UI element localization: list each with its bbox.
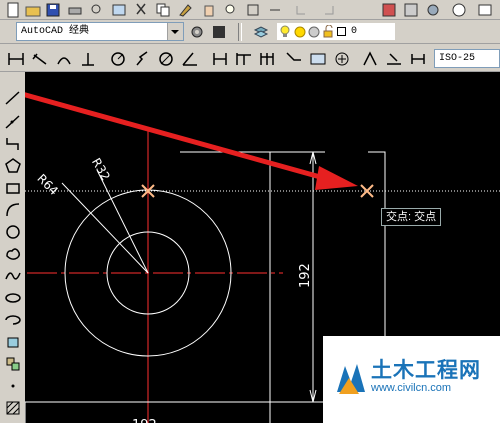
separator [238, 23, 242, 41]
hatch-tool-icon[interactable] [3, 398, 21, 416]
dimension-192-label: 192 [298, 263, 313, 288]
ordinate-dimension-icon[interactable] [78, 49, 96, 67]
civilcn-logo [333, 354, 369, 396]
sheet-set-icon[interactable] [476, 1, 494, 19]
layer-manager-icon[interactable] [252, 23, 270, 41]
diameter-dimension-icon[interactable] [156, 49, 174, 67]
copy-icon[interactable] [154, 1, 172, 19]
ellipse-arc-icon[interactable] [3, 310, 21, 328]
red-annotation-arrow [25, 92, 358, 190]
new-file-icon[interactable] [4, 1, 22, 19]
standard-toolbar [0, 0, 500, 20]
workspace-settings-icon[interactable] [188, 23, 206, 41]
line-tool-icon[interactable] [3, 88, 21, 106]
circle-tool-icon[interactable] [3, 222, 21, 240]
layer-color-swatch [337, 27, 347, 44]
sun-thaw-icon[interactable] [294, 26, 306, 45]
save-icon[interactable] [44, 1, 62, 19]
dimension-text-edit-icon[interactable] [384, 49, 402, 67]
dimension-edit-icon[interactable] [360, 49, 378, 67]
lock-open-icon[interactable] [322, 24, 334, 46]
aligned-dimension-icon[interactable] [30, 49, 48, 67]
make-block-icon[interactable] [3, 354, 21, 372]
tolerance-icon[interactable] [308, 49, 326, 67]
undo-icon[interactable] [292, 1, 310, 19]
arc-tool-icon[interactable] [3, 200, 21, 218]
r32-leader [96, 169, 149, 274]
snap-tooltip: 交点: 交点 [381, 208, 442, 226]
center-mark-icon[interactable] [332, 49, 350, 67]
spline-tool-icon[interactable] [3, 266, 21, 284]
radius-dimension-icon[interactable] [108, 49, 126, 67]
angular-dimension-icon[interactable] [180, 49, 198, 67]
watermark-panel: 土木工程网 www.civilcn.com [323, 336, 500, 423]
insert-block-icon[interactable] [3, 332, 21, 350]
r32-label: R32 [89, 156, 113, 183]
dimension-style-value: ISO-25 [439, 53, 476, 64]
quick-leader-icon[interactable] [284, 49, 302, 67]
dimension-update-icon[interactable] [408, 49, 426, 67]
design-center-icon[interactable] [380, 1, 398, 19]
construction-line-icon[interactable] [3, 112, 21, 130]
chevron-down-icon[interactable] [167, 23, 183, 40]
linear-dimension-icon[interactable] [6, 49, 24, 67]
open-file-icon[interactable] [24, 1, 42, 19]
draw-toolbar [0, 72, 26, 423]
redo-icon[interactable] [320, 1, 338, 19]
match-properties-icon[interactable] [176, 1, 194, 19]
workspace-select[interactable]: AutoCAD 经典 [16, 22, 184, 41]
dimension-style-select[interactable]: ISO-25 [434, 49, 500, 68]
zoom-window-icon[interactable] [244, 1, 262, 19]
jogged-dimension-icon[interactable] [132, 49, 150, 67]
quick-dimension-icon[interactable] [210, 49, 228, 67]
workspace-value: AutoCAD 经典 [21, 26, 90, 37]
watermark-url: www.civilcn.com [371, 382, 452, 394]
polyline-tool-icon[interactable] [3, 134, 21, 152]
point-tool-icon[interactable] [3, 376, 21, 394]
tool-palette-icon[interactable] [424, 1, 442, 19]
plot-preview-icon[interactable] [88, 1, 106, 19]
zoom-previous-icon[interactable] [266, 1, 284, 19]
baseline-dimension-icon[interactable] [234, 49, 252, 67]
continue-dimension-icon[interactable] [258, 49, 276, 67]
lightbulb-on-icon[interactable] [279, 25, 291, 46]
help-icon[interactable] [450, 1, 468, 19]
pan-icon[interactable] [200, 1, 218, 19]
watermark-title: 土木工程网 [371, 359, 481, 382]
layer-select[interactable]: 0 [276, 22, 396, 41]
polygon-tool-icon[interactable] [3, 156, 21, 174]
intersection-snap-marker-right [360, 184, 374, 198]
layer-name: 0 [351, 26, 358, 37]
bottom-dimension-label: 192 [132, 418, 157, 423]
print-icon[interactable] [66, 1, 84, 19]
workspace-layer-toolbar: AutoCAD 经典 0 [0, 20, 500, 44]
rectangle-tool-icon[interactable] [3, 178, 21, 196]
publish-icon[interactable] [110, 1, 128, 19]
revision-cloud-icon[interactable] [3, 244, 21, 262]
r64-leader [61, 182, 149, 274]
zoom-icon[interactable] [222, 1, 240, 19]
cut-icon[interactable] [132, 1, 150, 19]
r64-label: R64 [34, 171, 61, 198]
ellipse-tool-icon[interactable] [3, 288, 21, 306]
preview-dimension-bracket [368, 151, 386, 343]
arc-length-icon[interactable] [54, 49, 72, 67]
viewport-freeze-icon[interactable] [308, 26, 320, 45]
drawing-canvas[interactable]: R64 R32 192 192 交点: 交点 [25, 72, 500, 423]
workspace-save-icon[interactable] [210, 23, 228, 41]
properties-icon[interactable] [402, 1, 420, 19]
dimension-toolbar: ISO-25 [0, 44, 500, 72]
